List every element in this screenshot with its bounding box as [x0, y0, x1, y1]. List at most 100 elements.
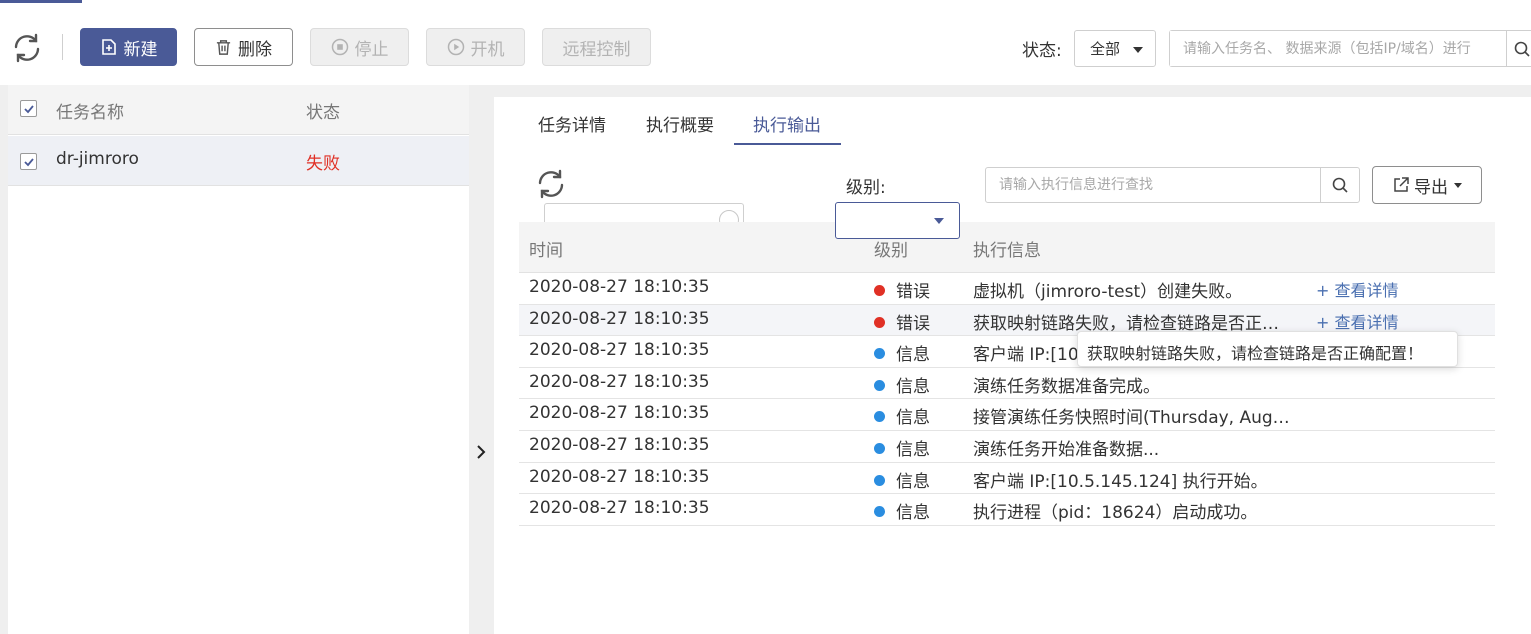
status-filter-select[interactable]: 全部	[1074, 30, 1156, 67]
task-state: 失败	[306, 154, 340, 174]
tab-execution-output[interactable]: 执行输出	[753, 111, 821, 136]
log-time: 2020-08-27 18:10:35	[529, 498, 710, 519]
level-filter-label: 级别:	[846, 178, 886, 198]
log-message: 执行进程（pid：18624）启动成功。	[973, 503, 1258, 524]
info-dot-icon	[874, 348, 885, 360]
message-search-input[interactable]	[986, 168, 1320, 202]
stop-button-label: 停止	[354, 39, 389, 60]
active-nav-indicator	[0, 0, 82, 3]
log-level: 错误	[896, 313, 930, 334]
chevron-right-icon	[477, 445, 486, 459]
log-row[interactable]: 2020-08-27 18:10:35 错误 虚拟机（jimroro-test）创建…	[519, 273, 1495, 305]
column-task-state: 状态	[306, 103, 340, 123]
toolbar: 新建 删除 停止 开机 远程控制 状态: 全部	[0, 28, 1531, 67]
log-message: 客户端 IP:[10.5.145.124] 执行开始。	[973, 471, 1268, 492]
log-table-body: 2020-08-27 18:10:35 错误 虚拟机（jimroro-test）创建…	[519, 273, 1495, 526]
export-button-label: 导出	[1414, 177, 1448, 198]
view-details-link[interactable]: + 查看详情	[1316, 277, 1399, 301]
log-time: 2020-08-27 18:10:35	[529, 434, 710, 455]
status-filter-value: 全部	[1090, 40, 1121, 58]
info-dot-icon	[874, 379, 885, 391]
power-on-button[interactable]: 开机	[426, 28, 525, 66]
level-filter-select[interactable]	[835, 202, 960, 239]
log-time: 2020-08-27 18:10:35	[529, 466, 710, 487]
log-row[interactable]: 2020-08-27 18:10:35 信息 演练任务数据准备完成。	[519, 368, 1495, 400]
log-row[interactable]: 2020-08-27 18:10:35 信息 客户端 IP:[10.5.145.12…	[519, 463, 1495, 495]
log-level: 信息	[896, 345, 930, 366]
info-dot-icon	[874, 411, 885, 423]
refresh-button[interactable]	[10, 31, 44, 65]
refresh-icon	[14, 33, 40, 63]
log-row[interactable]: 2020-08-27 18:10:35 信息 执行进程（pid：18624）启动成功…	[519, 494, 1495, 526]
stop-button[interactable]: 停止	[310, 28, 409, 66]
error-dot-icon	[874, 285, 885, 296]
info-dot-icon	[874, 442, 885, 454]
log-table-header: 时间 级别 执行信息	[519, 222, 1495, 273]
log-message: 获取映射链路失败，请检查链路是否正…	[973, 313, 1279, 334]
log-time: 2020-08-27 18:10:35	[529, 308, 710, 329]
task-search-input[interactable]	[1170, 31, 1506, 66]
log-level: 错误	[896, 282, 930, 302]
info-dot-icon	[874, 474, 885, 486]
info-dot-icon	[874, 506, 885, 518]
output-refresh-button[interactable]	[534, 167, 568, 201]
column-message: 执行信息	[973, 241, 1041, 261]
export-button[interactable]: 导出	[1372, 166, 1482, 204]
search-icon	[1514, 41, 1530, 57]
remote-control-button-label: 远程控制	[562, 39, 631, 60]
new-file-icon	[101, 39, 116, 55]
log-message: 接管演练任务快照时间(Thursday, Aug…	[973, 408, 1290, 429]
search-icon	[1332, 177, 1348, 193]
task-name: dr-jimroro	[56, 149, 139, 169]
check-icon	[23, 157, 34, 166]
tab-task-details[interactable]: 任务详情	[538, 111, 606, 136]
log-row[interactable]: 2020-08-27 18:10:35 信息 接管演练任务快照时间(Thursday…	[519, 399, 1495, 431]
message-search-box	[985, 167, 1360, 203]
message-tooltip: 获取映射链路失败，请检查链路是否正确配置！	[1077, 331, 1458, 367]
task-row[interactable]: dr-jimroro 失败	[8, 136, 469, 186]
log-time: 2020-08-27 18:10:35	[529, 277, 710, 297]
log-time: 2020-08-27 18:10:35	[529, 403, 710, 424]
task-list-header: 任务名称 状态	[8, 85, 469, 135]
panel-toggle-button[interactable]	[471, 440, 491, 464]
log-time: 2020-08-27 18:10:35	[529, 371, 710, 392]
select-all-checkbox[interactable]	[20, 100, 37, 117]
power-on-button-label: 开机	[470, 39, 505, 60]
task-search-button[interactable]	[1506, 30, 1531, 67]
log-message: 演练任务开始准备数据...	[973, 439, 1160, 460]
check-icon	[23, 104, 34, 113]
stop-icon	[331, 38, 348, 56]
log-level: 信息	[896, 408, 930, 429]
execution-log-table: 时间 级别 执行信息 2020-08-27 18:10:35 错误 虚拟机（jimr…	[519, 222, 1495, 526]
refresh-icon	[538, 169, 564, 199]
column-task-name: 任务名称	[56, 103, 124, 123]
log-level: 信息	[896, 376, 930, 397]
task-search-box	[1169, 30, 1531, 67]
delete-button[interactable]: 删除	[194, 28, 293, 66]
caret-down-icon	[1454, 182, 1462, 188]
log-level: 信息	[896, 503, 930, 524]
external-link-icon	[1394, 177, 1409, 192]
play-icon	[447, 38, 464, 56]
log-time: 2020-08-27 18:10:35	[529, 340, 710, 361]
log-message: 虚拟机（jimroro-test）创建失败。	[973, 282, 1243, 302]
task-row-checkbox[interactable]	[20, 153, 37, 170]
toolbar-divider	[62, 34, 63, 60]
trash-icon	[216, 39, 231, 55]
column-time: 时间	[529, 241, 563, 261]
message-search-button[interactable]	[1320, 168, 1359, 202]
caret-down-icon	[934, 218, 944, 224]
error-dot-icon	[874, 316, 885, 328]
task-list-panel: 任务名称 状态 dr-jimroro 失败	[8, 85, 469, 634]
tab-execution-summary[interactable]: 执行概要	[646, 111, 714, 136]
log-level: 信息	[896, 439, 930, 460]
log-row[interactable]: 2020-08-27 18:10:35 信息 演练任务开始准备数据...	[519, 431, 1495, 463]
remote-control-button[interactable]: 远程控制	[542, 28, 651, 66]
new-button[interactable]: 新建	[80, 28, 177, 66]
time-filter-input[interactable]	[544, 203, 744, 230]
new-button-label: 新建	[123, 39, 158, 60]
log-message: 演练任务数据准备完成。	[973, 376, 1160, 397]
delete-button-label: 删除	[238, 39, 272, 60]
status-filter-label: 状态:	[1022, 41, 1062, 61]
view-details-link[interactable]: + 查看详情	[1316, 309, 1399, 333]
